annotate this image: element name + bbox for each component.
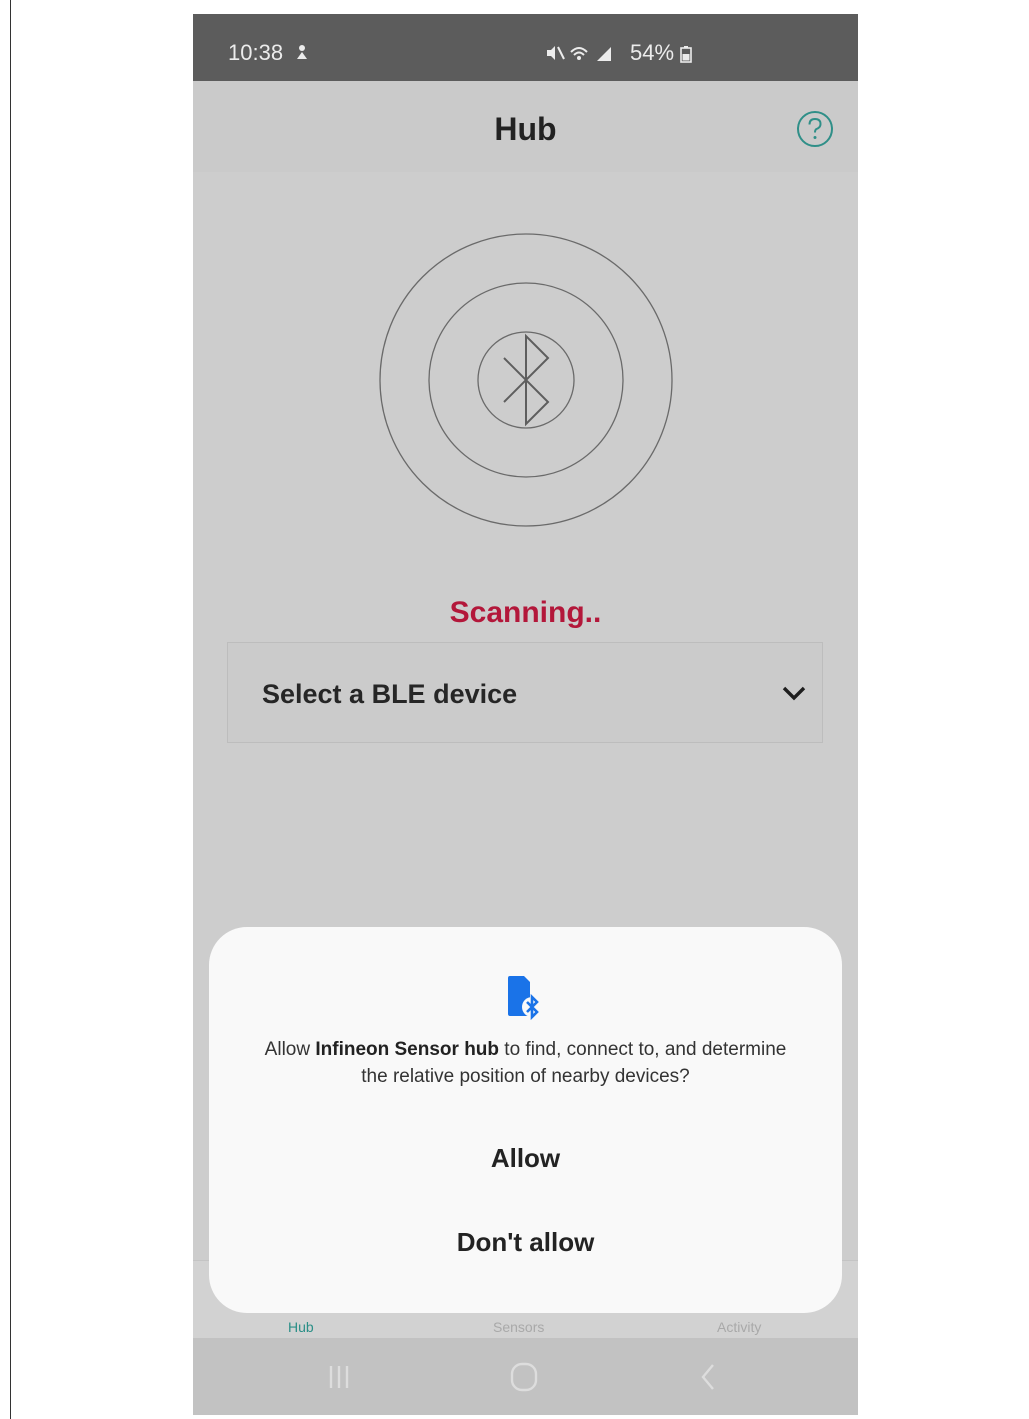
back-icon[interactable]: [689, 1360, 729, 1394]
battery-icon: [680, 46, 692, 63]
help-icon[interactable]: [796, 110, 834, 148]
recent-apps-icon[interactable]: [319, 1360, 359, 1394]
ble-device-dropdown[interactable]: Select a BLE device: [227, 642, 823, 743]
status-bar: 10:38 54%: [193, 14, 858, 81]
chevron-down-icon: [782, 686, 806, 701]
app-bar: Hub: [193, 81, 858, 172]
nav-tab-hub[interactable]: Hub: [288, 1319, 314, 1335]
page-title: Hub: [494, 111, 557, 147]
system-navigation-bar: [193, 1338, 858, 1415]
permission-app-name: Infineon Sensor hub: [315, 1039, 500, 1060]
nearby-devices-icon: [508, 976, 542, 1021]
notification-icon: [297, 45, 307, 59]
phone-screen: 10:38 54% Hub Scanning.. Select a BLE de…: [193, 14, 858, 1415]
permission-dialog: Allow Infineon Sensor hub to find, conne…: [209, 927, 842, 1313]
home-icon[interactable]: [504, 1360, 544, 1394]
bluetooth-scan-radar: [379, 233, 673, 527]
ble-device-dropdown-value: Select a BLE device: [262, 679, 518, 709]
battery-percentage: 54%: [630, 40, 675, 65]
page-left-border: [10, 0, 11, 1419]
dont-allow-button[interactable]: Don't allow: [209, 1227, 842, 1258]
permission-text-prefix: Allow: [264, 1039, 316, 1060]
nav-tab-sensors[interactable]: Sensors: [493, 1319, 544, 1335]
allow-button[interactable]: Allow: [209, 1143, 842, 1174]
status-time: 10:38: [228, 40, 284, 65]
permission-message: Allow Infineon Sensor hub to find, conne…: [249, 1036, 802, 1090]
nav-tab-activity[interactable]: Activity: [717, 1319, 761, 1335]
bluetooth-icon: [503, 333, 550, 427]
scan-status: Scanning..: [449, 596, 602, 629]
mute-wifi-signal-icon: [547, 46, 611, 61]
